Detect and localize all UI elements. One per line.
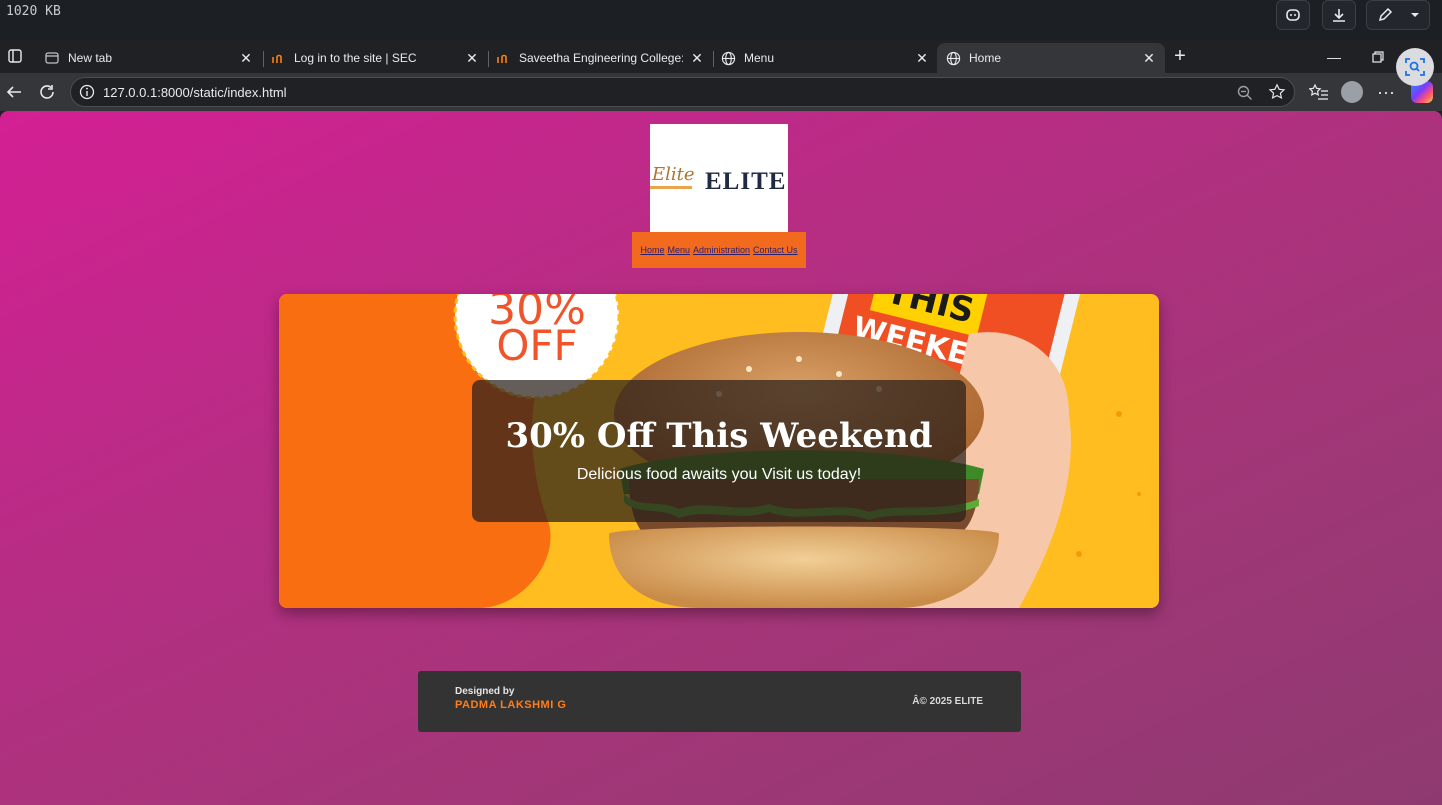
- site-navigation: Home Menu Administration Contact Us: [632, 232, 806, 268]
- reload-icon: [40, 85, 54, 99]
- tab-title: Log in to the site | SEC: [294, 51, 417, 65]
- tab-home[interactable]: Home ✕: [937, 43, 1165, 73]
- tab-title: Home: [969, 51, 1002, 65]
- site-footer: Designed by PADMA LAKSHMI G Â© 2025 ELIT…: [418, 671, 1021, 732]
- close-icon[interactable]: ✕: [464, 50, 480, 66]
- tab-title: New tab: [68, 51, 113, 65]
- back-arrow-icon: [6, 86, 21, 98]
- tab-menu[interactable]: Menu ✕: [712, 43, 938, 73]
- copyright-text: Â© 2025 ELITE: [912, 696, 983, 707]
- tab-title: Menu: [744, 51, 775, 65]
- favorites-button[interactable]: [1307, 80, 1331, 104]
- hero-overlay-card: 30% Off This Weekend Delicious food awai…: [472, 380, 966, 522]
- pencil-icon: [1378, 7, 1393, 22]
- hero-banner: THIS WEEKEND 30% OFF 30% Off This Weeken…: [279, 294, 1159, 608]
- ellipsis-icon: ···: [1377, 81, 1395, 102]
- site-logo: Elite ELITE: [650, 124, 788, 232]
- visual-search-icon: [1405, 58, 1425, 76]
- designed-by-label: Designed by: [455, 686, 515, 697]
- plus-icon: +: [1174, 44, 1186, 67]
- close-icon[interactable]: ✕: [914, 50, 930, 66]
- newtab-icon: [44, 50, 60, 66]
- nav-link-contact-us[interactable]: Contact Us: [753, 245, 798, 255]
- edit-button[interactable]: [1366, 0, 1430, 30]
- logo-script-text: Elite: [652, 164, 695, 185]
- moodle-icon: [270, 50, 286, 66]
- reload-button[interactable]: [35, 80, 59, 104]
- moodle-icon: [495, 50, 511, 66]
- tab-saveetha[interactable]: Saveetha Engineering College: Lo ✕: [487, 43, 713, 73]
- close-icon[interactable]: ✕: [1141, 50, 1157, 66]
- restore-button[interactable]: [1356, 43, 1400, 71]
- tab-log-in[interactable]: Log in to the site | SEC ✕: [262, 43, 488, 73]
- zoom-out-icon[interactable]: [1236, 84, 1254, 102]
- profile-avatar[interactable]: [1341, 81, 1363, 103]
- badge-off-text: OFF: [496, 321, 577, 370]
- hero-title: 30% Off This Weekend: [505, 416, 933, 456]
- new-tab-button[interactable]: +: [1168, 44, 1192, 68]
- nav-link-home[interactable]: Home: [640, 245, 664, 255]
- restore-icon: [1372, 51, 1384, 63]
- hero-subtitle: Delicious food awaits you Visit us today…: [576, 466, 862, 483]
- nav-link-menu[interactable]: Menu: [667, 245, 690, 255]
- info-icon[interactable]: [79, 84, 95, 100]
- favorites-list-icon: [1309, 83, 1328, 100]
- copilot-icon: [1286, 9, 1300, 21]
- favorite-star-icon[interactable]: [1268, 83, 1286, 101]
- tab-strip: New tab ✕ Log in to the site | SEC ✕ Sav…: [0, 40, 1442, 73]
- close-icon[interactable]: ✕: [689, 50, 705, 66]
- back-button[interactable]: [2, 80, 26, 104]
- chevron-down-icon: [1411, 13, 1419, 17]
- url-text[interactable]: 127.0.0.1:8000/static/index.html: [103, 85, 287, 100]
- tab-actions-button[interactable]: [3, 44, 27, 68]
- globe-icon: [945, 50, 961, 66]
- logo-underline: [650, 186, 692, 189]
- page-viewport: Elite ELITE Home Menu Administration Con…: [0, 111, 1442, 805]
- tab-actions-icon: [8, 49, 22, 63]
- close-icon[interactable]: ✕: [238, 50, 254, 66]
- copilot-button[interactable]: [1276, 0, 1310, 30]
- minimize-icon: —: [1327, 49, 1341, 65]
- download-icon: [1333, 9, 1345, 22]
- tab-title: Saveetha Engineering College: Lo: [519, 51, 683, 65]
- nav-link-administration[interactable]: Administration: [693, 245, 750, 255]
- more-options-button[interactable]: ···: [1374, 80, 1398, 104]
- tab-new-tab[interactable]: New tab ✕: [36, 43, 262, 73]
- top-toolbar: 1020 KB: [0, 0, 1442, 40]
- download-button[interactable]: [1322, 0, 1356, 30]
- logo-wordmark: ELITE: [705, 168, 787, 195]
- author-name: PADMA LAKSHMI G: [455, 699, 567, 711]
- visual-search-button[interactable]: [1396, 48, 1434, 86]
- size-label: 1020 KB: [6, 4, 61, 19]
- globe-icon: [720, 50, 736, 66]
- address-bar[interactable]: 127.0.0.1:8000/static/index.html: [70, 77, 1295, 107]
- minimize-button[interactable]: —: [1312, 43, 1356, 71]
- navigation-bar: 127.0.0.1:8000/static/index.html ···: [0, 73, 1442, 111]
